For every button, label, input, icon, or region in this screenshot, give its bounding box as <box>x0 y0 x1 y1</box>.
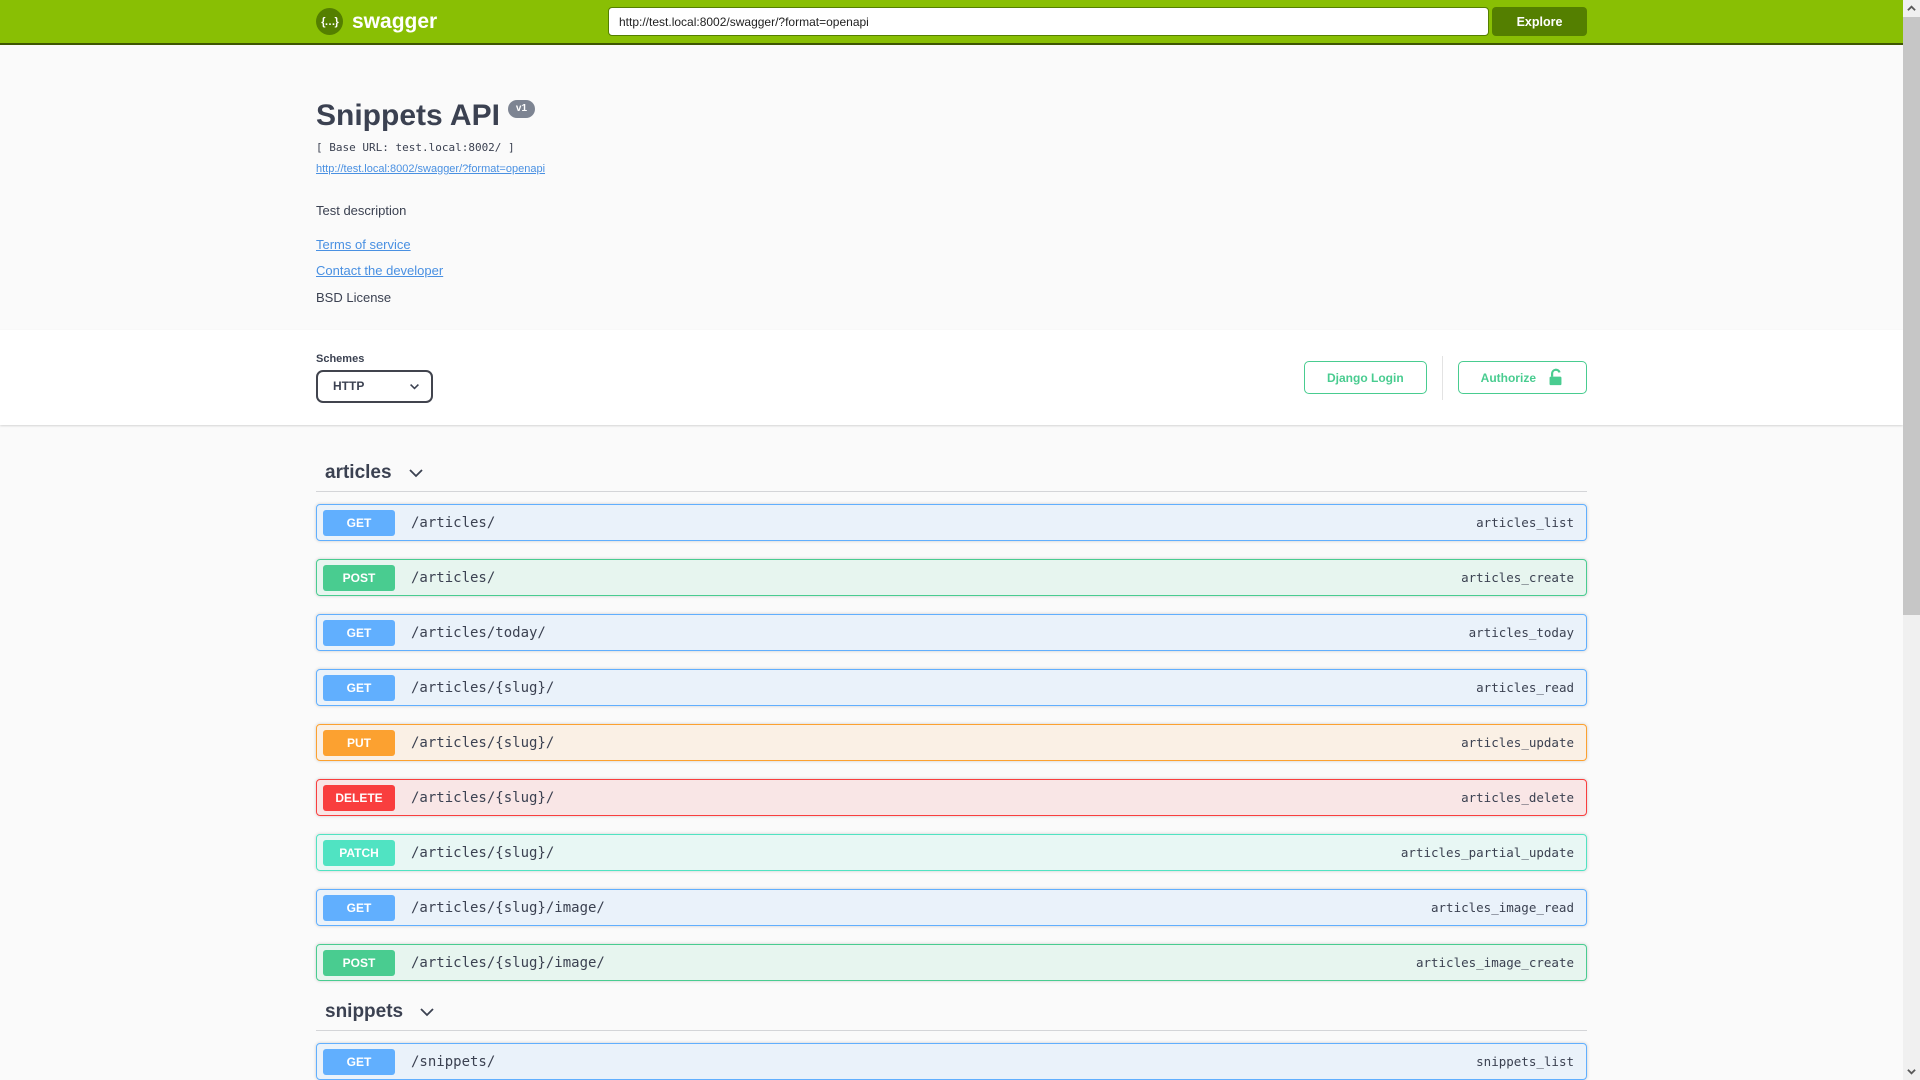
terms-of-service-link[interactable]: Terms of service <box>316 237 411 252</box>
endpoint-path: /articles/{slug}/image/ <box>411 954 605 971</box>
method-badge: PUT <box>323 729 395 756</box>
scrollbar-down-arrow-icon[interactable] <box>1903 1063 1920 1080</box>
endpoint-row[interactable]: GET/snippets/snippets_list <box>316 1043 1587 1080</box>
method-badge: GET <box>323 619 395 646</box>
swagger-logo-icon: {…} <box>316 8 343 35</box>
chevron-down-icon <box>408 468 423 477</box>
version-badge: v1 <box>507 100 536 118</box>
endpoint-path: /articles/{slug}/ <box>411 734 555 751</box>
section-title: snippets <box>325 1001 404 1022</box>
scrollbar-up-arrow-icon[interactable] <box>1903 0 1920 17</box>
method-badge: POST <box>323 949 395 976</box>
schemes-label: Schemes <box>316 352 365 365</box>
swagger-logo: {…} swagger <box>316 8 437 35</box>
authorize-label: Authorize <box>1480 370 1536 385</box>
operation-id: articles_image_read <box>1431 900 1574 915</box>
api-section-snippets: snippets GET/snippets/snippets_list <box>316 999 1587 1080</box>
operation-id: articles_create <box>1461 570 1574 585</box>
endpoint-row[interactable]: POST/articles/articles_create <box>316 559 1587 596</box>
method-badge: DELETE <box>323 784 395 811</box>
endpoint-row[interactable]: PUT/articles/{slug}/ articles_update <box>316 724 1587 761</box>
endpoint-row[interactable]: GET/articles/{slug}/image/articles_image… <box>316 889 1587 926</box>
method-badge: PATCH <box>323 839 395 866</box>
swagger-ui-page: {…} swagger Explore Snippets API v1 [ Ba… <box>0 0 1903 1080</box>
unlocked-padlock-icon <box>1549 368 1562 386</box>
method-badge: GET <box>323 674 395 701</box>
auth-divider <box>1441 355 1443 400</box>
license-text: BSD License <box>316 290 392 305</box>
endpoint-row[interactable]: POST/articles/{slug}/image/articles_imag… <box>316 944 1587 981</box>
operation-id: articles_image_create <box>1415 955 1574 970</box>
chevron-down-icon <box>420 1007 434 1016</box>
contact-developer-link[interactable]: Contact the developer <box>316 263 443 278</box>
download-url-wrapper: Explore <box>608 7 1587 36</box>
section-title: articles <box>325 462 392 483</box>
vertical-scrollbar[interactable] <box>1903 0 1920 1080</box>
spec-url-input[interactable] <box>608 7 1489 36</box>
operation-id: snippets_list <box>1476 1054 1574 1069</box>
authorize-button[interactable]: Authorize <box>1457 361 1587 394</box>
scheme-container: Schemes HTTP Django Login Authorize <box>0 330 1903 425</box>
schemes-selected-value: HTTP <box>333 379 365 393</box>
operation-id: articles_today <box>1468 625 1574 640</box>
api-info: Snippets API v1 [ Base URL: test.local:8… <box>316 45 1587 330</box>
method-badge: GET <box>323 1048 395 1075</box>
api-section-articles: articles GET/articles/articles_list POST/a… <box>316 460 1587 981</box>
django-login-button[interactable]: Django Login <box>1304 361 1427 394</box>
endpoint-path: /articles/ <box>411 569 496 586</box>
section-header-snippets[interactable]: snippets <box>316 999 1587 1031</box>
base-url: [ Base URL: test.local:8002/ ] <box>316 141 515 154</box>
api-sections: articles GET/articles/articles_list POST/a… <box>316 425 1587 1080</box>
schemes-select[interactable]: HTTP <box>316 369 433 403</box>
section-header-articles[interactable]: articles <box>316 460 1587 492</box>
endpoint-row[interactable]: DELETE/articles/{slug}/ articles_delete <box>316 779 1587 816</box>
endpoint-row[interactable]: PATCH/articles/{slug}/ articles_partial_u… <box>316 834 1587 871</box>
endpoint-row[interactable]: GET/articles/articles_list <box>316 504 1587 541</box>
operation-id: articles_delete <box>1461 790 1574 805</box>
explore-button[interactable]: Explore <box>1492 7 1587 36</box>
chevron-down-icon <box>410 383 419 390</box>
endpoint-path: /articles/ <box>411 514 496 531</box>
method-badge: GET <box>323 509 395 536</box>
endpoint-path: /articles/{slug}/ <box>411 789 555 806</box>
api-description: Test description <box>316 203 407 218</box>
endpoint-path: /articles/{slug}/ <box>411 679 555 696</box>
api-title-text: Snippets API <box>316 99 500 132</box>
auth-wrapper: Django Login Authorize <box>1304 355 1587 400</box>
endpoint-row[interactable]: GET/articles/today/articles_today <box>316 614 1587 651</box>
topbar: {…} swagger Explore <box>0 0 1903 45</box>
operation-id: articles_update <box>1461 735 1574 750</box>
page-title: Snippets API v1 <box>316 98 1587 134</box>
operation-id: articles_partial_update <box>1400 845 1574 860</box>
operation-id: articles_read <box>1476 680 1574 695</box>
operation-id: articles_list <box>1476 515 1574 530</box>
method-badge: GET <box>323 894 395 921</box>
method-badge: POST <box>323 564 395 591</box>
endpoint-path: /articles/today/ <box>411 624 546 641</box>
endpoint-path: /articles/{slug}/ <box>411 844 555 861</box>
django-login-label: Django Login <box>1327 370 1404 385</box>
spec-link[interactable]: http://test.local:8002/swagger/?format=o… <box>316 163 545 175</box>
endpoint-path: /snippets/ <box>411 1053 496 1070</box>
brand-title: swagger <box>352 9 438 33</box>
endpoint-row[interactable]: GET/articles/{slug}/ articles_read <box>316 669 1587 706</box>
endpoint-path: /articles/{slug}/image/ <box>411 899 605 916</box>
scrollbar-thumb[interactable] <box>1903 17 1920 615</box>
schemes-block: Schemes HTTP <box>316 353 433 403</box>
